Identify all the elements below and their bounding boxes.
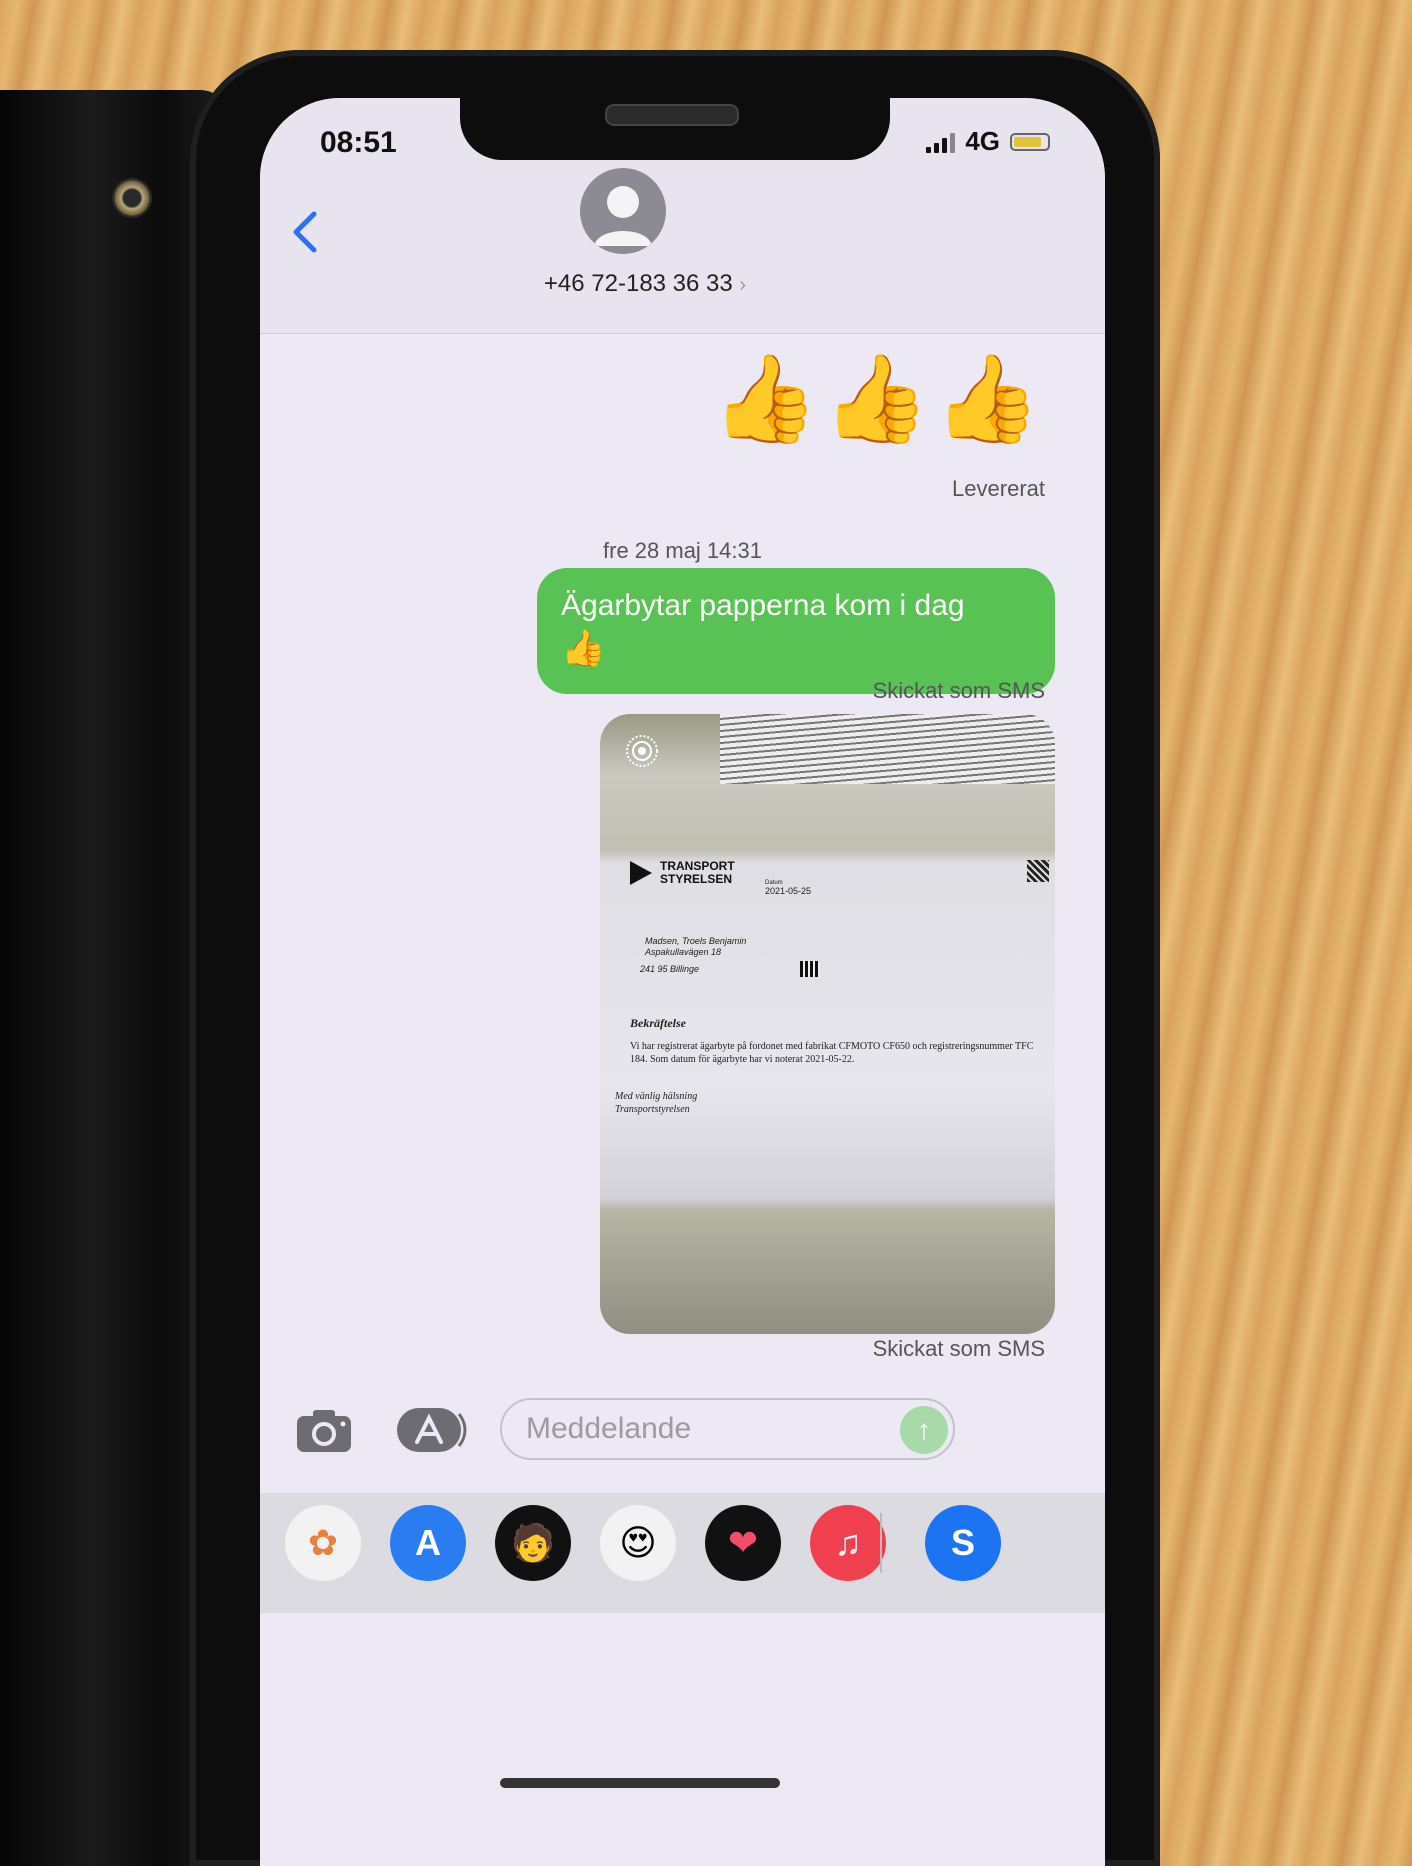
- signature-sender: Transportstyrelsen: [615, 1104, 690, 1115]
- letter-barcode: [800, 961, 820, 977]
- messages-screen: +46 72-183 36 33 › 08:51 4G 👍👍👍 Leverera…: [260, 98, 1105, 1866]
- signature-greeting: Med vänlig hälsning: [615, 1091, 698, 1102]
- memoji-stickers-app-icon[interactable]: 😍: [600, 1505, 676, 1581]
- contact-name[interactable]: +46 72-183 36 33 ›: [260, 270, 1030, 298]
- emoji-message[interactable]: 👍👍👍: [712, 348, 1045, 449]
- memoji-camera-glyph: 🧑: [510, 1522, 556, 1563]
- status-time: 08:51: [320, 126, 397, 159]
- message-input[interactable]: [500, 1398, 955, 1460]
- home-indicator[interactable]: [500, 1778, 780, 1788]
- music-glyph: ♫: [834, 1522, 862, 1563]
- send-arrow-icon[interactable]: ↑: [900, 1406, 948, 1454]
- status-indicators: 4G: [926, 126, 1050, 157]
- address-city: 241 95 Billinge: [640, 964, 700, 974]
- composer-bar: ↑: [260, 1398, 1105, 1468]
- memoji-stickers-glyph: 😍: [619, 1522, 657, 1563]
- photos-app-icon[interactable]: ✿: [285, 1505, 361, 1581]
- shazam-glyph: S: [950, 1522, 975, 1563]
- notch: [460, 98, 890, 160]
- live-photo-icon: [626, 735, 658, 767]
- address-name: Madsen, Troels Benjamin: [645, 936, 747, 946]
- person-icon: [594, 186, 652, 246]
- network-type: 4G: [965, 126, 1000, 156]
- photo-paper-stack: [720, 714, 1055, 784]
- photos-glyph: ✿: [307, 1522, 339, 1563]
- letter-body: Vi har registrerat ägarbyte på fordonet …: [630, 1041, 1034, 1065]
- sent-as-sms-status: Skickat som SMS: [872, 678, 1045, 703]
- contact-avatar[interactable]: [580, 168, 666, 254]
- app-drawer-icon[interactable]: [395, 1406, 467, 1459]
- logo-mark-icon: [630, 860, 652, 885]
- sms-message-bubble[interactable]: Ägarbytar papperna kom i dag 👍: [537, 568, 1055, 694]
- battery-icon: [1010, 132, 1050, 151]
- transportstyrelsen-logo: TRANSPORT STYRELSEN: [630, 860, 735, 885]
- chevron-right-icon: ›: [739, 274, 747, 296]
- letter-heading: Bekräftelse: [630, 1016, 686, 1030]
- contact-number: +46 72-183 36 33: [543, 270, 733, 297]
- delivered-status: Levererat: [952, 476, 1045, 501]
- digital-touch-app-icon[interactable]: ❤: [705, 1505, 781, 1581]
- transportstyrelsen-letter: TRANSPORT STYRELSEN Datum 2021-05-25 Mad…: [600, 854, 1055, 1214]
- back-chevron-icon[interactable]: [290, 210, 318, 259]
- logo-line-1: TRANSPORT: [660, 859, 735, 873]
- wallet-eyelet: [112, 178, 152, 218]
- photo-message[interactable]: TRANSPORT STYRELSEN Datum 2021-05-25 Mad…: [600, 714, 1055, 1334]
- sms-message-text: Ägarbytar papperna kom i dag: [561, 589, 965, 622]
- logo-line-2: STYRELSEN: [660, 871, 733, 886]
- music-app-icon[interactable]: ♫: [810, 1505, 886, 1581]
- message-timestamp: fre 28 maj 14:31: [603, 538, 762, 563]
- digital-touch-glyph: ❤: [727, 1522, 759, 1563]
- photo-sent-as-sms-status: Skickat som SMS: [872, 1336, 1045, 1361]
- earpiece-speaker: [605, 104, 739, 126]
- camera-icon[interactable]: [295, 1406, 353, 1459]
- app-store-app-icon[interactable]: A: [390, 1505, 466, 1581]
- letter-corner-barcode: [1027, 860, 1049, 882]
- letter-date: 2021-05-25: [765, 886, 812, 896]
- app-store-glyph: A: [415, 1522, 441, 1563]
- memoji-camera-app-icon[interactable]: 🧑: [495, 1505, 571, 1581]
- address-street: Aspakullavägen 18: [645, 947, 722, 958]
- thumbs-up-emoji: 👍: [561, 627, 606, 668]
- shazam-app-icon[interactable]: S: [925, 1505, 1001, 1581]
- dock-separator: [880, 1513, 882, 1573]
- letter-address: Madsen, Troels Benjamin Aspakullavägen 1…: [645, 936, 746, 959]
- letter-signature: Med vänlig hälsning Transportstyrelsen: [615, 1090, 697, 1116]
- signal-bars-icon: [926, 131, 956, 153]
- app-drawer-dock: ✿ A 🧑 😍 ❤ ♫ S: [260, 1493, 1105, 1613]
